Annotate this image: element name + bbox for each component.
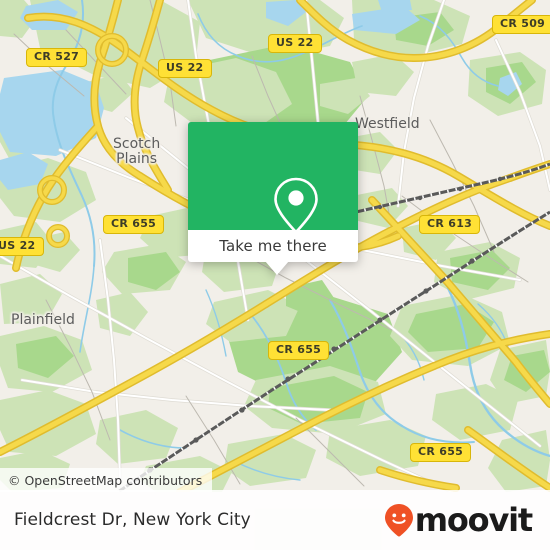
osm-attribution[interactable]: © OpenStreetMap contributors — [0, 468, 213, 492]
road-shield-cr-655-west: CR 655 — [103, 215, 165, 234]
osm-attribution-text: © OpenStreetMap contributors — [8, 472, 203, 488]
road-shield-us-22-edge: US 22 — [0, 237, 44, 256]
moovit-smiley-pin-icon — [384, 504, 413, 537]
location-title: Fieldcrest Dr, New York City — [14, 510, 251, 530]
map-screenshot: .land{fill:#f2efe9} .ga{fill:#cde3b6} .f… — [0, 0, 550, 550]
moovit-wordmark: moovit — [414, 501, 533, 539]
footer-bar: Fieldcrest Dr, New York City moovit — [0, 490, 550, 550]
take-me-there-label: Take me there — [219, 237, 327, 255]
card-pointer-tail — [265, 261, 289, 275]
card-green-header — [188, 122, 358, 233]
card-action-bar[interactable]: Take me there — [188, 230, 358, 262]
road-shield-cr-509: CR 509 — [492, 15, 550, 34]
road-shield-us-22-north: US 22 — [268, 34, 322, 53]
road-shield-cr-613: CR 613 — [419, 215, 481, 234]
road-shield-cr-655-center: CR 655 — [268, 341, 330, 360]
road-shield-cr-527: CR 527 — [26, 48, 88, 67]
map-canvas[interactable]: .land{fill:#f2efe9} .ga{fill:#cde3b6} .f… — [0, 0, 550, 492]
moovit-logo[interactable]: moovit — [384, 501, 533, 539]
take-me-there-card[interactable]: Take me there — [188, 122, 358, 275]
map-pin-glyph — [274, 177, 318, 233]
road-shield-cr-655-southeast: CR 655 — [410, 443, 472, 462]
road-shield-us-22-west: US 22 — [158, 59, 212, 78]
